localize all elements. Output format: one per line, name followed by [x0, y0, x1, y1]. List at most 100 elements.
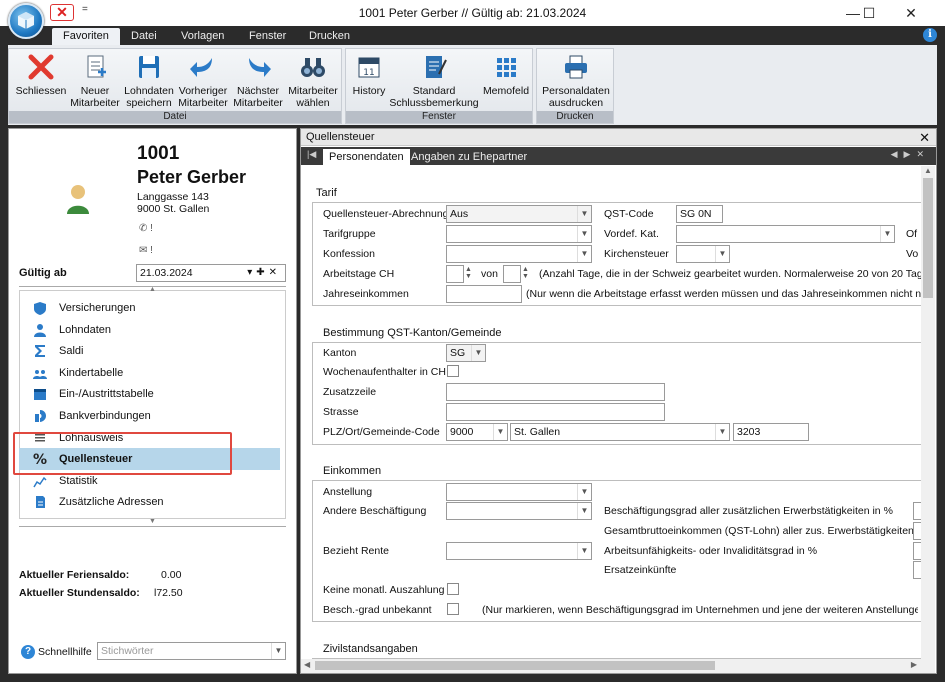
besch-grad-unbekannt-checkbox[interactable]: [447, 603, 459, 615]
andere-beschaeftigung-select[interactable]: ▼: [446, 502, 592, 520]
back-arrow-icon: [190, 58, 212, 77]
hscroll-thumb[interactable]: [315, 661, 715, 670]
naechster-mitarbeiter-button[interactable]: Nächster Mitarbeiter: [230, 52, 286, 109]
tab-drucken[interactable]: Drucken: [298, 28, 361, 45]
nav-item-versicherungen[interactable]: Versicherungen: [19, 297, 280, 319]
quickhelp-placeholder: Stichwörter: [101, 645, 154, 657]
anstellung-select[interactable]: ▼: [446, 483, 592, 501]
window-title: 1001 Peter Gerber // Gültig ab: 21.03.20…: [358, 6, 587, 20]
kanton-select[interactable]: SG ▼: [446, 344, 486, 362]
naechster-mitarbeiter-label: Nächster Mitarbeiter: [233, 85, 283, 109]
phone-icon[interactable]: ✆ !: [139, 223, 153, 234]
tab-navigation-icons[interactable]: ◀▶✕: [891, 149, 930, 160]
chevron-down-icon[interactable]: ▼: [577, 226, 591, 242]
vordef-kat-select[interactable]: ▼: [676, 225, 895, 243]
quickhelp-search-input[interactable]: Stichwörter ▼: [97, 642, 286, 660]
strasse-field[interactable]: [446, 403, 665, 421]
stepper-arrows-icon[interactable]: ▲ ▼: [522, 266, 529, 280]
quickhelp-label: Schnellhilfe: [38, 646, 92, 658]
panel-close-icon[interactable]: ✕: [919, 129, 930, 146]
chevron-down-icon[interactable]: ▼: [577, 484, 591, 500]
arbeitstage-total-stepper[interactable]: [503, 265, 521, 283]
ort-select[interactable]: St. Gallen ▼: [510, 423, 730, 441]
scroll-up-icon[interactable]: ▲: [924, 166, 932, 175]
chevron-down-icon[interactable]: ▼: [471, 345, 485, 361]
bezieht-rente-select[interactable]: ▼: [446, 542, 592, 560]
gemeinde-code-value: 3203: [737, 426, 761, 438]
email-icon[interactable]: ✉ !: [139, 245, 153, 256]
arbeitstage-stepper[interactable]: [446, 265, 464, 283]
help-icon[interactable]: ?: [21, 645, 35, 659]
mitarbeiter-waehlen-button[interactable]: Mitarbeiter wählen: [285, 52, 341, 109]
new-document-icon: [87, 55, 106, 78]
valid-from-value: 21.03.2024: [140, 267, 193, 279]
tab-angaben-ehepartner[interactable]: Angaben zu Ehepartner: [405, 149, 533, 165]
stepper-arrows-icon[interactable]: ▲ ▼: [465, 266, 472, 280]
scroll-right-icon[interactable]: ▶: [911, 660, 917, 669]
nav-item-lohndaten[interactable]: Lohndaten: [19, 319, 280, 341]
schliessen-button[interactable]: Schliessen: [13, 52, 69, 97]
employee-id: 1001: [137, 143, 180, 164]
employee-panel: 1001 Peter Gerber Langgasse 143 9000 St.…: [8, 128, 297, 674]
quick-access-menu[interactable]: =: [82, 4, 88, 15]
jahreseinkommen-field[interactable]: [446, 285, 522, 303]
info-icon[interactable]: i: [923, 28, 937, 42]
plz-select[interactable]: 9000 ▼: [446, 423, 508, 441]
wochenaufenthalter-checkbox[interactable]: [447, 365, 459, 377]
nav-item-kindertabelle[interactable]: Kindertabelle: [19, 362, 280, 384]
qst-code-label: QST-Code: [604, 208, 654, 220]
personaldaten-ausdrucken-button[interactable]: Personaldaten ausdrucken: [539, 52, 613, 109]
keine-auszahlung-checkbox[interactable]: [447, 583, 459, 595]
standard-schlussbemerkung-button[interactable]: Standard Schlussbemerkung: [386, 52, 482, 109]
close-window-button[interactable]: ✕: [896, 2, 926, 24]
nav-item-zusätzliche-adressen[interactable]: Zusätzliche Adressen: [19, 491, 280, 513]
chevron-down-icon[interactable]: ▼: [577, 543, 591, 559]
chevron-down-icon[interactable]: ▼: [493, 424, 507, 440]
nav-item-saldi[interactable]: Saldi: [19, 340, 280, 362]
chevron-down-icon[interactable]: ▼: [577, 246, 591, 262]
konfession-select[interactable]: ▼: [446, 245, 592, 263]
vorheriger-mitarbeiter-button[interactable]: Vorheriger Mitarbeiter: [175, 52, 231, 109]
chevron-down-icon[interactable]: ▼: [715, 424, 729, 440]
horizontal-scrollbar[interactable]: ◀ ▶: [301, 659, 921, 673]
neuer-mitarbeiter-button[interactable]: Neuer Mitarbeiter: [67, 52, 123, 109]
scroll-thumb[interactable]: [923, 178, 933, 298]
qst-code-field[interactable]: SG 0N: [676, 205, 723, 223]
gemeinde-code-field[interactable]: 3203: [733, 423, 809, 441]
tab-vorlagen[interactable]: Vorlagen: [170, 28, 235, 45]
lohndaten-speichern-button[interactable]: Lohndaten speichern: [121, 52, 177, 109]
chevron-down-icon[interactable]: ▼: [880, 226, 894, 242]
grid-icon: [497, 58, 516, 77]
date-controls[interactable]: ▾✚✕: [247, 265, 281, 281]
anstellung-label: Anstellung: [323, 486, 373, 498]
section-zivilstand-title: Zivilstandsangaben: [323, 643, 418, 655]
section-tarif-title: Tarif: [316, 187, 337, 199]
chevron-down-icon[interactable]: ▼: [577, 503, 591, 519]
vertical-scrollbar[interactable]: ▲: [921, 166, 935, 673]
maximize-button[interactable]: ☐: [854, 2, 884, 24]
chevron-down-icon[interactable]: ▼: [715, 246, 729, 262]
nav-expand-handle[interactable]: ▼: [19, 518, 286, 527]
nav-item-ein-austrittstabelle[interactable]: Ein-/Austrittstabelle: [19, 383, 280, 405]
chevron-down-icon[interactable]: ▼: [577, 206, 591, 222]
arbeitstage-note: (Anzahl Tage, die in der Schweiz gearbei…: [539, 268, 921, 280]
tarifgruppe-select[interactable]: ▼: [446, 225, 592, 243]
memofeld-button[interactable]: Memofeld: [481, 52, 531, 97]
valid-from-date-field[interactable]: 21.03.2024 ▾✚✕: [136, 264, 286, 282]
scroll-left-icon[interactable]: ◀: [304, 660, 310, 669]
app-menu-button[interactable]: [8, 3, 44, 39]
qst-abrechnung-select[interactable]: Aus ▼: [446, 205, 592, 223]
history-button[interactable]: 11 History: [348, 52, 390, 97]
kirchensteuer-select[interactable]: ▼: [676, 245, 730, 263]
tab-scroll-left-icon[interactable]: |◀: [307, 149, 316, 160]
quick-access-close-button[interactable]: ✕: [50, 4, 74, 21]
chevron-down-icon[interactable]: ▼: [271, 643, 285, 659]
zusatzzeile-field[interactable]: [446, 383, 665, 401]
tab-favoriten[interactable]: Favoriten: [52, 28, 120, 45]
tab-fenster[interactable]: Fenster: [238, 28, 297, 45]
tab-personendaten[interactable]: Personendaten: [323, 149, 410, 165]
nav-item-bankverbindungen[interactable]: Bankverbindungen: [19, 405, 280, 427]
nav-collapse-handle[interactable]: ▲: [19, 286, 286, 294]
tab-datei[interactable]: Datei: [120, 28, 168, 45]
email-value: !: [150, 245, 153, 256]
